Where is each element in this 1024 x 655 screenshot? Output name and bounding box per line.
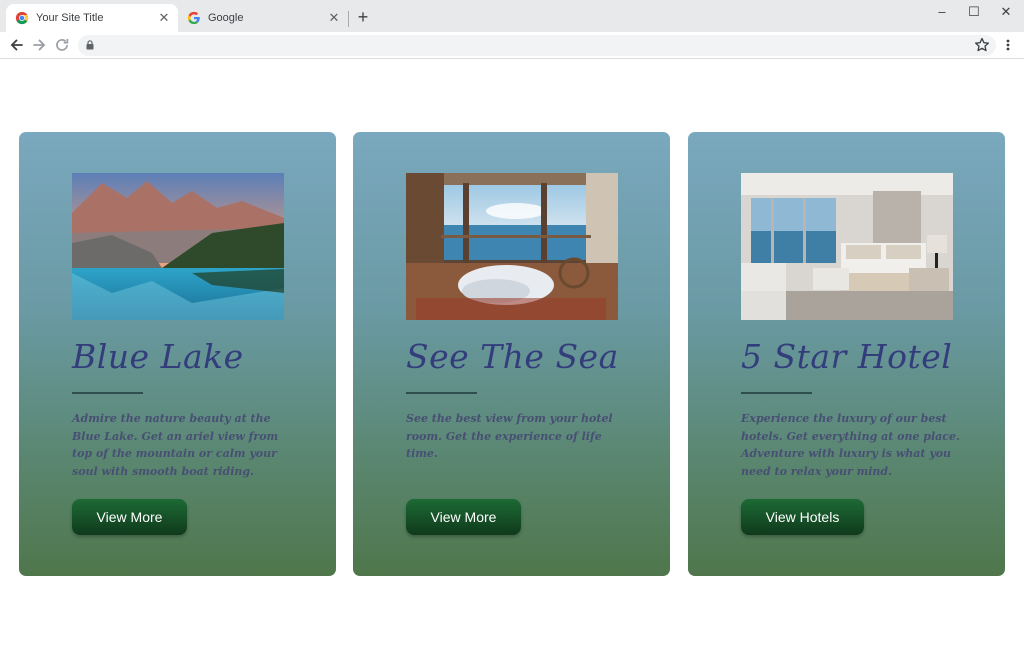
tab-close-icon[interactable]: ✕	[156, 10, 172, 26]
minimize-icon[interactable]: –	[930, 3, 954, 21]
card-title: Blue Lake	[72, 337, 244, 376]
mountain-lake-image	[72, 173, 284, 320]
maximize-icon[interactable]: ☐	[962, 3, 986, 21]
browser-toolbar	[0, 32, 1024, 59]
tab-title: Your Site Title	[36, 12, 104, 24]
kebab-menu-icon[interactable]	[1002, 36, 1014, 54]
hotel-room-image	[741, 173, 953, 320]
card-5-star-hotel: 5 Star Hotel Experience the luxury of ou…	[688, 132, 1005, 576]
card-divider	[406, 392, 477, 394]
card-divider	[72, 392, 143, 394]
tab-google[interactable]: Google ✕	[178, 4, 348, 32]
google-favicon-icon	[187, 11, 200, 25]
card-description: Admire the nature beauty at the Blue Lak…	[72, 412, 279, 478]
address-bar[interactable]	[78, 35, 996, 56]
reload-icon[interactable]	[53, 36, 71, 54]
view-more-button[interactable]: View More	[406, 499, 521, 535]
window-close-icon[interactable]: ✕	[994, 3, 1018, 21]
tab-strip: Your Site Title ✕ Google ✕ + – ☐ ✕	[0, 0, 1024, 32]
bookmark-star-icon[interactable]	[973, 36, 991, 54]
tab-divider	[348, 11, 349, 27]
new-tab-plus-icon[interactable]: +	[354, 8, 372, 26]
tab-title: Google	[208, 12, 244, 24]
back-arrow-icon[interactable]	[8, 36, 26, 54]
card-description: See the best view from your hotel room. …	[406, 412, 613, 460]
lock-icon	[86, 40, 94, 50]
page-viewport: Blue Lake Admire the nature beauty at th…	[0, 60, 1024, 655]
forward-arrow-icon[interactable]	[30, 36, 48, 54]
card-see-the-sea: See The Sea See the best view from your …	[353, 132, 670, 576]
sea-view-room-image	[406, 173, 618, 320]
chrome-favicon-icon	[15, 11, 29, 25]
view-more-button[interactable]: View More	[72, 499, 187, 535]
tab-close-icon[interactable]: ✕	[326, 10, 342, 26]
card-blue-lake: Blue Lake Admire the nature beauty at th…	[19, 132, 336, 576]
card-divider	[741, 392, 812, 394]
tab-your-site-title[interactable]: Your Site Title ✕	[6, 4, 178, 32]
card-description: Experience the luxury of our best hotels…	[741, 412, 960, 478]
card-title: See The Sea	[406, 337, 619, 376]
card-title: 5 Star Hotel	[741, 337, 953, 376]
view-hotels-button[interactable]: View Hotels	[741, 499, 864, 535]
